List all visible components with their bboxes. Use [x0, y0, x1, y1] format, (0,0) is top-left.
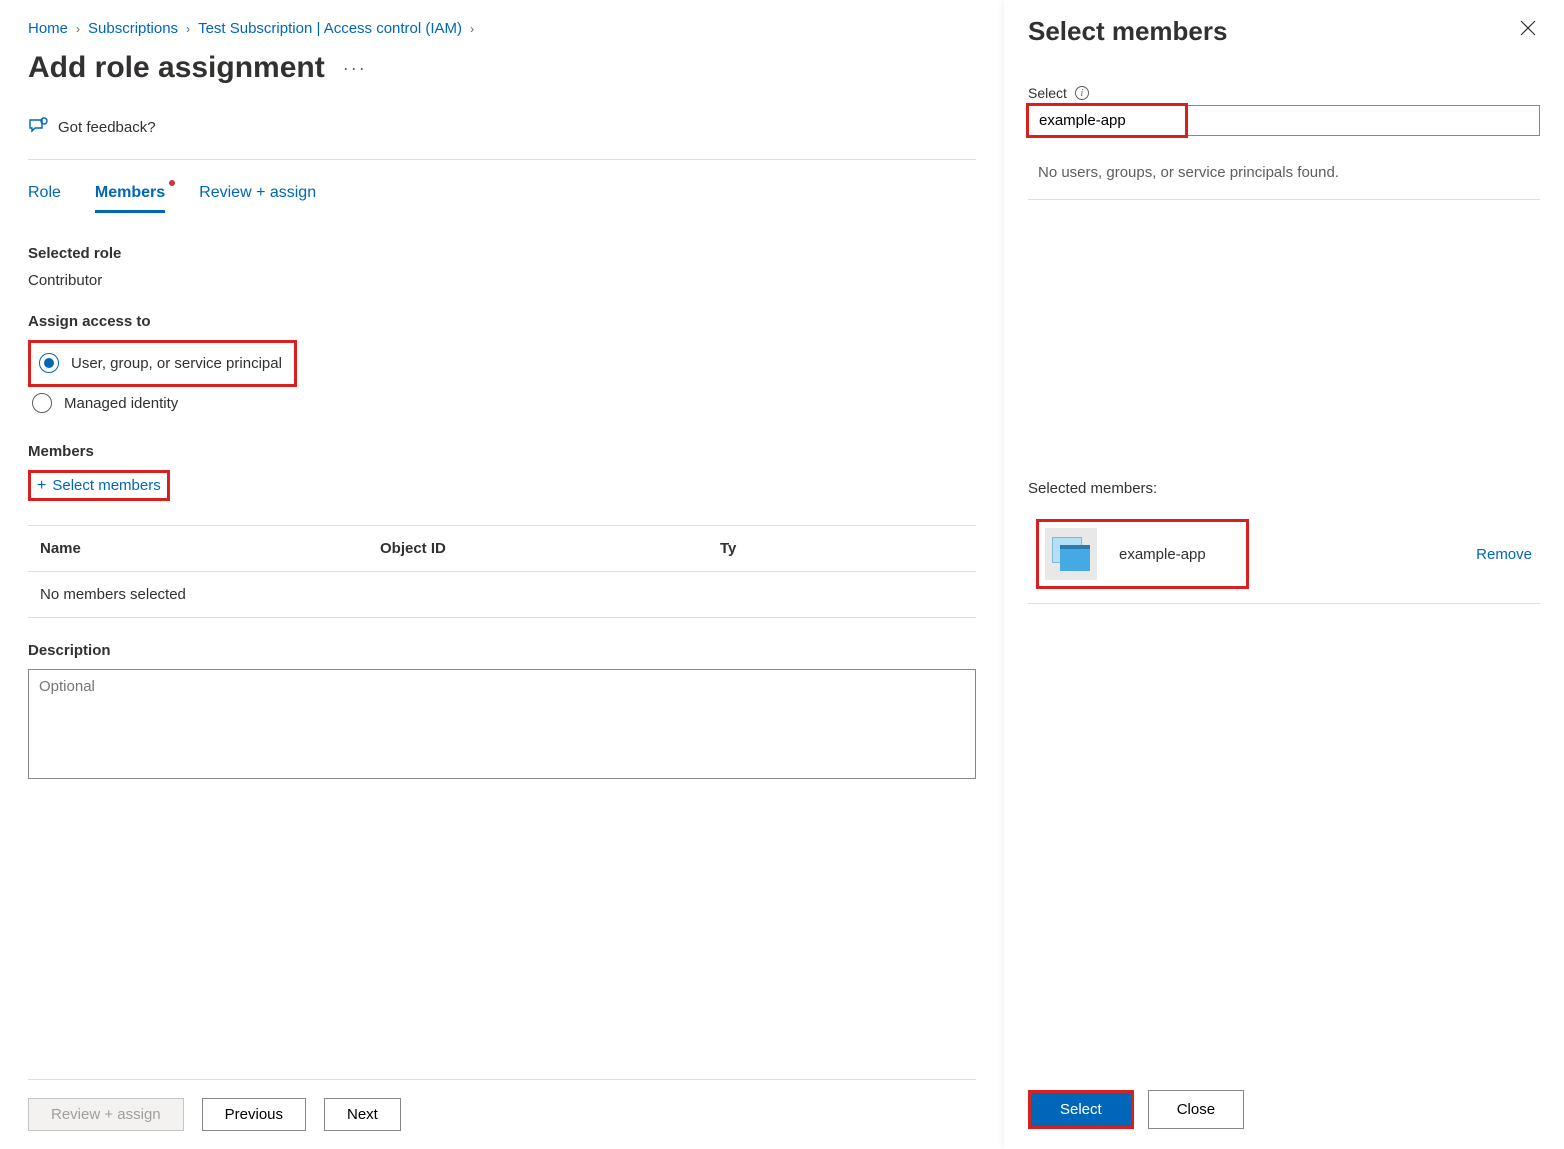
radio-unchecked-icon [32, 393, 52, 413]
highlight-box: Select [1028, 1090, 1134, 1129]
tabs: Role Members Review + assign [28, 184, 976, 213]
radio-managed-identity[interactable]: Managed identity [28, 387, 976, 419]
radio-user-group-sp[interactable]: User, group, or service principal [35, 347, 286, 379]
select-members-link[interactable]: + Select members [37, 477, 161, 494]
col-objectid: Object ID [380, 540, 720, 557]
breadcrumb-subscriptions[interactable]: Subscriptions [88, 20, 178, 37]
info-icon[interactable]: i [1075, 86, 1089, 100]
select-members-panel: Select members Select i No users, groups… [1004, 0, 1564, 1149]
select-button[interactable]: Select [1031, 1093, 1131, 1126]
breadcrumb-iam[interactable]: Test Subscription | Access control (IAM) [198, 20, 462, 37]
main-content: Home › Subscriptions › Test Subscription… [0, 0, 1004, 1149]
chevron-right-icon: › [76, 22, 80, 36]
search-input-wrap [1028, 105, 1540, 136]
footer-bar: Review + assign Previous Next [28, 1079, 976, 1149]
breadcrumb-home[interactable]: Home [28, 20, 68, 37]
plus-icon: + [37, 478, 46, 494]
table-empty-row: No members selected [28, 571, 976, 618]
previous-button[interactable]: Previous [202, 1098, 306, 1131]
tab-members[interactable]: Members [95, 184, 165, 213]
remove-member-link[interactable]: Remove [1476, 546, 1532, 563]
radio-mi-label: Managed identity [64, 395, 178, 412]
radio-user-label: User, group, or service principal [71, 355, 282, 372]
review-assign-button[interactable]: Review + assign [28, 1098, 184, 1131]
tab-review-assign[interactable]: Review + assign [199, 184, 316, 213]
close-panel-button[interactable] [1516, 16, 1540, 44]
col-name: Name [40, 540, 380, 557]
highlight-box: example-app [1036, 519, 1249, 589]
no-results-message: No users, groups, or service principals … [1028, 136, 1540, 200]
breadcrumb: Home › Subscriptions › Test Subscription… [28, 20, 976, 37]
tab-role[interactable]: Role [28, 184, 61, 213]
page-title: Add role assignment [28, 51, 325, 85]
member-search-input[interactable] [1028, 105, 1540, 136]
highlight-box: User, group, or service principal [28, 340, 297, 387]
close-button[interactable]: Close [1148, 1090, 1244, 1129]
assign-access-label: Assign access to [28, 313, 976, 330]
selected-role-label: Selected role [28, 245, 976, 262]
selected-member-row: example-app Remove [1028, 507, 1540, 604]
highlight-box: + Select members [28, 470, 170, 501]
panel-footer: Select Close [1028, 1070, 1540, 1129]
radio-checked-icon [39, 353, 59, 373]
more-actions-button[interactable]: ··· [343, 58, 367, 79]
selected-members-label: Selected members: [1028, 480, 1540, 497]
selected-role-value: Contributor [28, 272, 976, 289]
feedback-label: Got feedback? [58, 119, 156, 136]
notification-dot-icon [169, 180, 175, 186]
chevron-right-icon: › [186, 22, 190, 36]
app-icon [1045, 528, 1097, 580]
description-textarea[interactable] [28, 669, 976, 779]
assign-access-radio-group: User, group, or service principal Manage… [28, 340, 976, 419]
members-table: Name Object ID Ty No members selected [28, 525, 976, 618]
select-input-label: Select [1028, 85, 1067, 101]
chevron-right-icon: › [470, 22, 474, 36]
close-icon [1520, 20, 1536, 36]
feedback-button[interactable]: Got feedback? [28, 111, 976, 160]
selected-member-name: example-app [1119, 546, 1206, 563]
next-button[interactable]: Next [324, 1098, 401, 1131]
tab-members-label: Members [95, 184, 165, 201]
panel-title: Select members [1028, 16, 1227, 47]
description-label: Description [28, 642, 976, 659]
feedback-icon [28, 117, 48, 137]
members-label: Members [28, 443, 976, 460]
select-members-link-label: Select members [52, 477, 160, 494]
table-header: Name Object ID Ty [28, 526, 976, 571]
col-type: Ty [720, 540, 964, 557]
